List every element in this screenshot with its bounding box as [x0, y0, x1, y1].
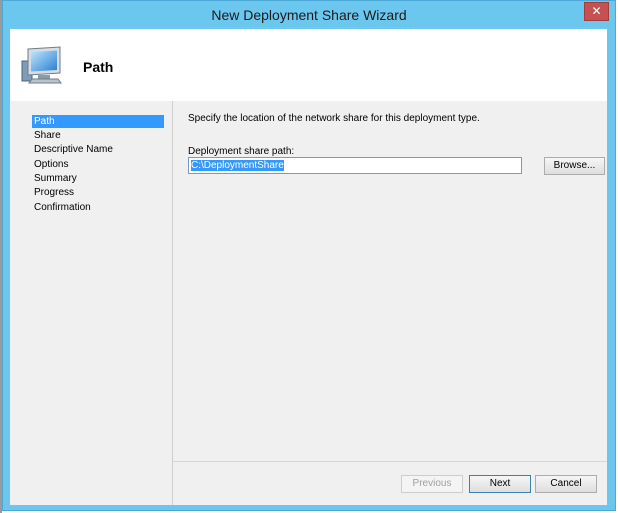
nav-step-share[interactable]: Share: [32, 129, 61, 142]
path-input-value: C:\DeploymentShare: [191, 160, 284, 171]
previous-button[interactable]: Previous: [401, 475, 463, 493]
window-title: New Deployment Share Wizard: [211, 7, 407, 23]
close-icon: ✕: [591, 4, 602, 18]
nav-step-path[interactable]: Path: [32, 115, 164, 128]
nav-step-confirmation[interactable]: Confirmation: [32, 201, 91, 214]
cancel-button[interactable]: Cancel: [535, 475, 597, 493]
title-bar[interactable]: New Deployment Share Wizard ✕: [3, 1, 615, 29]
wizard-steps-nav: Path Share Descriptive Name Options Summ…: [10, 101, 173, 505]
close-button[interactable]: ✕: [584, 2, 609, 21]
nav-step-options[interactable]: Options: [32, 158, 68, 171]
deployment-share-path-input[interactable]: C:\DeploymentShare: [188, 157, 522, 174]
wizard-window: New Deployment Share Wizard ✕ Path Path …: [2, 0, 616, 511]
wizard-footer: Previous Next Cancel: [173, 461, 607, 505]
computer-monitor-icon: [20, 43, 64, 87]
wizard-client-area: Path Path Share Descriptive Name Options…: [10, 29, 607, 505]
next-button[interactable]: Next: [469, 475, 531, 493]
page-title: Path: [83, 59, 114, 75]
nav-step-descriptive-name[interactable]: Descriptive Name: [32, 143, 113, 156]
browse-button[interactable]: Browse...: [544, 157, 605, 175]
nav-step-summary[interactable]: Summary: [32, 172, 77, 185]
step-description: Specify the location of the network shar…: [188, 113, 480, 124]
wizard-header: Path: [10, 29, 607, 101]
deployment-share-path-label: Deployment share path:: [188, 146, 295, 157]
wizard-content: Specify the location of the network shar…: [173, 101, 607, 461]
nav-step-progress[interactable]: Progress: [32, 186, 74, 199]
